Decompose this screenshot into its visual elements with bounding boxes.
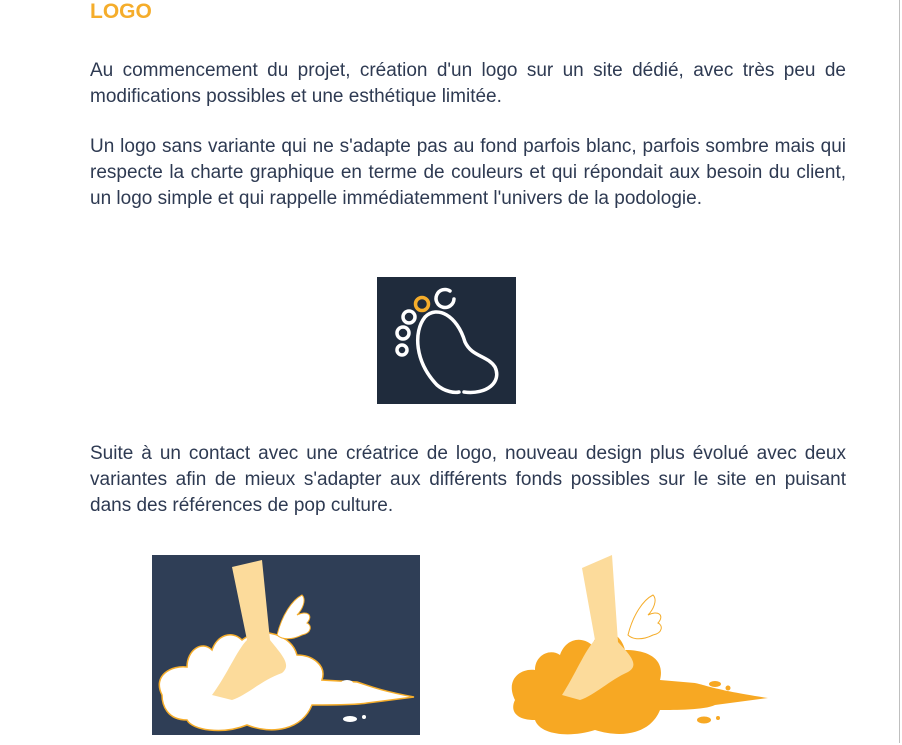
paragraph-new-logo: Suite à un contact avec une créatrice de… — [90, 443, 846, 516]
winged-foot-logo-dark-variant — [152, 555, 420, 735]
paragraph-intro: Au commencement du projet, création d'un… — [90, 60, 846, 107]
section-title: LOGO — [90, 0, 152, 23]
old-footprint-logo — [377, 277, 516, 404]
page-edge-divider — [899, 0, 900, 743]
paragraph-old-logo: Un logo sans variante qui ne s'adapte pa… — [90, 136, 846, 209]
winged-foot-logo-light-variant — [500, 550, 780, 740]
